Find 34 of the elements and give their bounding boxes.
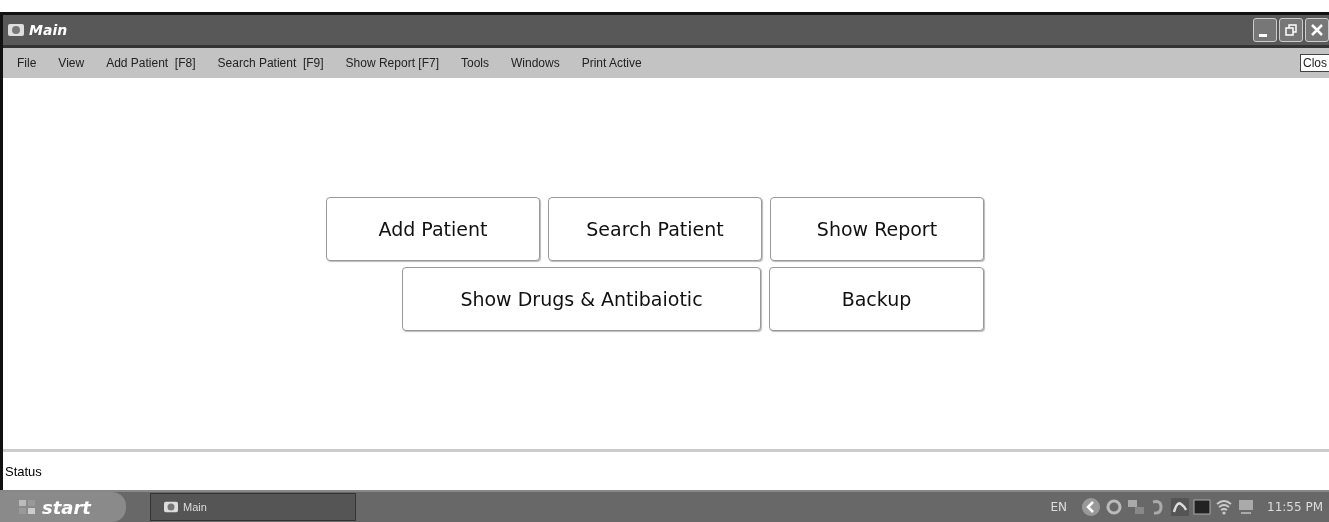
action-button[interactable]: Search Patient bbox=[548, 196, 762, 261]
menu-item[interactable]: Print Active bbox=[581, 56, 642, 70]
menu-item[interactable]: Windows bbox=[511, 56, 560, 70]
wifi-icon[interactable] bbox=[1215, 498, 1233, 516]
monitor-icon[interactable] bbox=[1237, 498, 1255, 516]
tray-icon[interactable] bbox=[1171, 498, 1189, 516]
windows-logo-icon bbox=[18, 499, 36, 515]
taskbar-window-button[interactable]: Main bbox=[150, 493, 356, 521]
close-icon bbox=[1310, 23, 1324, 37]
menu-item[interactable]: Show Report [F7] bbox=[345, 56, 439, 70]
tray-icon[interactable] bbox=[1105, 498, 1123, 516]
window-app-icon bbox=[7, 22, 25, 38]
menu-item[interactable]: File bbox=[17, 56, 37, 70]
restore-icon bbox=[1284, 23, 1298, 37]
menu-item[interactable]: Search Patient [F9] bbox=[217, 56, 324, 70]
minimize-icon bbox=[1259, 33, 1267, 37]
window-app-icon bbox=[163, 500, 179, 514]
menu-item[interactable]: Tools bbox=[460, 56, 489, 70]
status-text: Status bbox=[5, 463, 42, 479]
close-child-button[interactable]: Clos bbox=[1300, 54, 1329, 72]
restore-button[interactable] bbox=[1279, 18, 1303, 42]
action-button[interactable]: Add Patient bbox=[326, 196, 540, 261]
tray-expand-icon[interactable] bbox=[1081, 497, 1101, 517]
window-title: Main bbox=[29, 22, 68, 38]
close-button[interactable] bbox=[1305, 18, 1329, 42]
menu-item[interactable]: View bbox=[58, 56, 85, 70]
action-button[interactable]: Backup bbox=[769, 266, 984, 331]
language-indicator[interactable]: EN bbox=[1050, 500, 1067, 514]
action-button[interactable]: Show Drugs & Antibaiotic bbox=[402, 266, 761, 331]
minimize-button[interactable] bbox=[1253, 18, 1277, 42]
action-button[interactable]: Show Report bbox=[770, 196, 984, 261]
network-icon[interactable] bbox=[1127, 498, 1145, 516]
menu-item[interactable]: Add Patient [F8] bbox=[106, 56, 196, 70]
clock: 11:55 PM bbox=[1267, 500, 1323, 514]
